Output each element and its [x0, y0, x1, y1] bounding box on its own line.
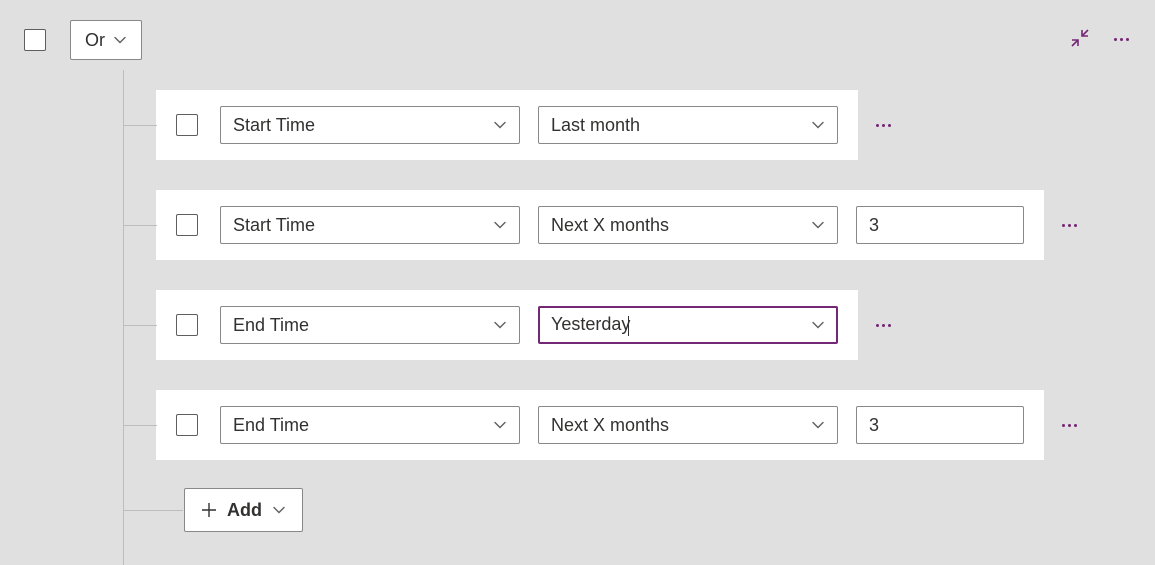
- row-checkbox[interactable]: [176, 314, 198, 336]
- add-button[interactable]: Add: [184, 488, 303, 532]
- tree-branch-line: [123, 125, 157, 126]
- operator-label: Last month: [551, 115, 640, 136]
- group-operator-dropdown[interactable]: Or: [70, 20, 142, 60]
- value-text: 3: [869, 215, 879, 236]
- condition-row: Start Time Last month: [100, 90, 1131, 160]
- chevron-down-icon: [493, 318, 507, 332]
- row-checkbox[interactable]: [176, 114, 198, 136]
- operator-dropdown[interactable]: Yesterday: [538, 306, 838, 344]
- collapse-icon[interactable]: [1070, 28, 1090, 51]
- field-label: End Time: [233, 415, 309, 436]
- condition-row: Start Time Next X months 3: [100, 190, 1131, 260]
- more-icon[interactable]: [1062, 224, 1077, 227]
- more-icon[interactable]: [876, 124, 891, 127]
- chevron-down-icon: [493, 418, 507, 432]
- chevron-down-icon: [493, 118, 507, 132]
- chevron-down-icon: [811, 218, 825, 232]
- condition-row: End Time Yesterday: [100, 290, 1131, 360]
- group-checkbox[interactable]: [24, 29, 46, 51]
- more-icon[interactable]: [1062, 424, 1077, 427]
- add-row: Add: [156, 488, 1131, 532]
- text-caret: [628, 316, 629, 336]
- group-header: Or: [24, 20, 1131, 60]
- group-actions: [1070, 28, 1129, 51]
- field-dropdown[interactable]: End Time: [220, 306, 520, 344]
- condition-card: End Time Next X months 3: [156, 390, 1044, 460]
- field-dropdown[interactable]: Start Time: [220, 106, 520, 144]
- tree-branch-line: [123, 225, 157, 226]
- operator-label: Next X months: [551, 415, 669, 436]
- add-label: Add: [227, 500, 262, 521]
- chevron-down-icon: [272, 503, 286, 517]
- condition-card: Start Time Next X months 3: [156, 190, 1044, 260]
- value-input[interactable]: 3: [856, 206, 1024, 244]
- tree-branch-line: [123, 325, 157, 326]
- tree-branch-line: [123, 425, 157, 426]
- field-dropdown[interactable]: Start Time: [220, 206, 520, 244]
- operator-dropdown[interactable]: Next X months: [538, 206, 838, 244]
- operator-dropdown[interactable]: Last month: [538, 106, 838, 144]
- chevron-down-icon: [493, 218, 507, 232]
- condition-row: End Time Next X months 3: [100, 390, 1131, 460]
- field-dropdown[interactable]: End Time: [220, 406, 520, 444]
- chevron-down-icon: [811, 318, 825, 332]
- chevron-down-icon: [811, 118, 825, 132]
- operator-dropdown[interactable]: Next X months: [538, 406, 838, 444]
- plus-icon: [201, 502, 217, 518]
- more-icon[interactable]: [876, 324, 891, 327]
- chevron-down-icon: [811, 418, 825, 432]
- condition-card: Start Time Last month: [156, 90, 858, 160]
- value-text: 3: [869, 415, 879, 436]
- operator-label: Next X months: [551, 215, 669, 236]
- row-checkbox[interactable]: [176, 414, 198, 436]
- operator-label: Yesterday: [551, 314, 630, 335]
- field-label: End Time: [233, 315, 309, 336]
- conditions-tree: Start Time Last month: [100, 90, 1131, 532]
- condition-card: End Time Yesterday: [156, 290, 858, 360]
- field-label: Start Time: [233, 115, 315, 136]
- group-operator-label: Or: [85, 30, 105, 51]
- value-input[interactable]: 3: [856, 406, 1024, 444]
- row-checkbox[interactable]: [176, 214, 198, 236]
- field-label: Start Time: [233, 215, 315, 236]
- chevron-down-icon: [113, 33, 127, 47]
- tree-branch-line: [123, 510, 183, 511]
- more-icon[interactable]: [1114, 38, 1129, 41]
- filter-builder: Or Start Time: [0, 0, 1155, 552]
